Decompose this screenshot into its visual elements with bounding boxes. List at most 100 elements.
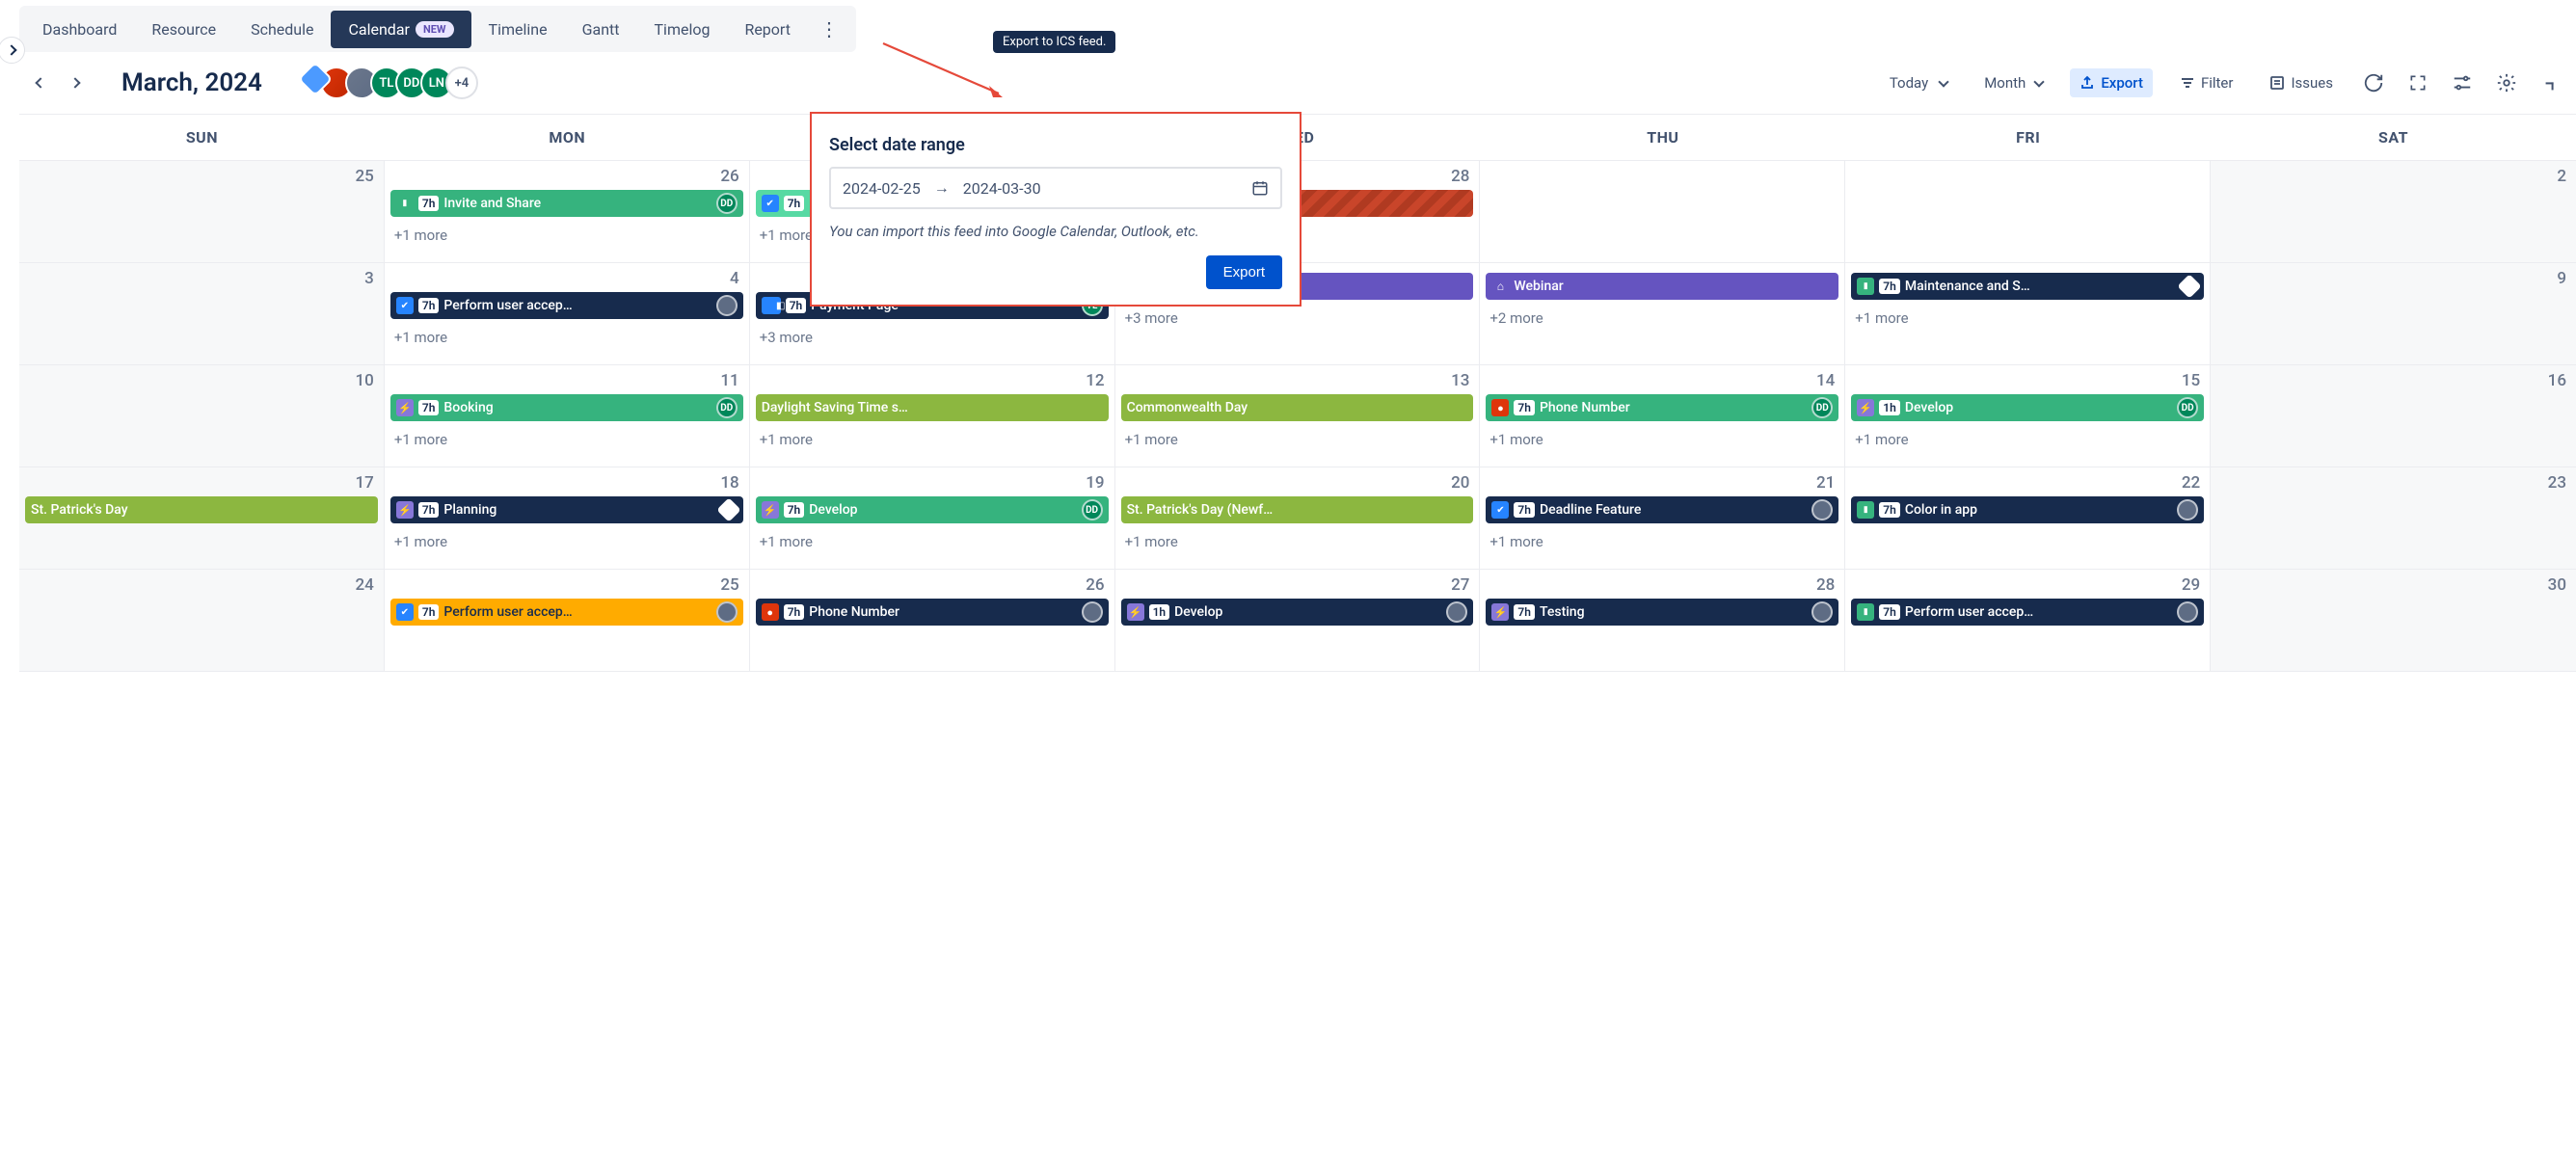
calendar-day[interactable]: [1480, 161, 1845, 262]
calendar-event[interactable]: 7hTesting: [1486, 599, 1838, 626]
more-events-link[interactable]: +2 more: [1486, 309, 1838, 327]
popup-export-button[interactable]: Export: [1206, 255, 1282, 289]
more-events-link[interactable]: +1 more: [756, 431, 1109, 448]
calendar-day[interactable]: 151hDevelopDD+1 more: [1845, 365, 2211, 467]
day-number: 25: [390, 575, 743, 595]
calendar-event[interactable]: 7hInvite and ShareDD: [390, 190, 743, 217]
sliders-button[interactable]: [2449, 69, 2476, 96]
calendar-event[interactable]: 7hDeadline Feature: [1486, 496, 1838, 523]
calendar-day[interactable]: 19 7hDevelopDD +1 more: [750, 467, 1115, 569]
tab-schedule[interactable]: Schedule: [233, 11, 331, 48]
calendar-event[interactable]: 7hPlanning: [390, 496, 743, 523]
more-events-link[interactable]: +1 more: [1486, 533, 1838, 550]
calendar-day[interactable]: 24: [19, 570, 385, 671]
calendar-event[interactable]: Daylight Saving Time s…: [756, 394, 1109, 421]
issues-button[interactable]: Issues: [2260, 68, 2343, 97]
calendar-day[interactable]: 25: [19, 161, 385, 262]
tab-dashboard[interactable]: Dashboard: [25, 11, 134, 48]
more-tabs-button[interactable]: ⋮: [808, 8, 850, 50]
calendar-event[interactable]: 7hPhone Number: [756, 599, 1109, 626]
date-range-input[interactable]: 2024-02-25 → 2024-03-30: [829, 167, 1282, 209]
event-title: Planning: [443, 502, 714, 518]
calendar-day[interactable]: 227hColor in app: [1845, 467, 2211, 569]
more-events-link[interactable]: +1 more: [390, 329, 743, 346]
more-events-link[interactable]: +1 more: [390, 431, 743, 448]
calendar-day[interactable]: 117hBookingDD+1 more: [385, 365, 750, 467]
tab-resource[interactable]: Resource: [134, 11, 233, 48]
collapse-button[interactable]: [2537, 69, 2564, 96]
calendar-day[interactable]: 271hDevelop: [1115, 570, 1481, 671]
toolbar-right: Today Month Export Filter Issues: [1880, 68, 2564, 97]
calendar-day[interactable]: 12Daylight Saving Time s…+1 more: [750, 365, 1115, 467]
chevron-down-icon: [2035, 74, 2043, 92]
calendar-day[interactable]: 7hMaintenance and S… +1 more: [1845, 263, 2211, 364]
day-header: MON: [385, 115, 750, 160]
more-events-link[interactable]: +1 more: [1121, 431, 1474, 448]
more-events-link[interactable]: +1 more: [1851, 431, 2204, 448]
calendar-event[interactable]: 1hDevelop: [1121, 599, 1474, 626]
refresh-button[interactable]: [2360, 69, 2387, 96]
view-selector[interactable]: Month: [1974, 68, 2053, 97]
calendar-event[interactable]: 7hDevelopDD: [756, 496, 1109, 523]
calendar-event[interactable]: 7hColor in app: [1851, 496, 2204, 523]
day-number: 19: [756, 473, 1109, 493]
calendar-day[interactable]: 297hPerform user accep…: [1845, 570, 2211, 671]
calendar-event[interactable]: 7hBookingDD: [390, 394, 743, 421]
sliders-icon: [2452, 72, 2473, 93]
calendar-day[interactable]: 25 7hPerform user accep…: [385, 570, 750, 671]
calendar-event[interactable]: St. Patrick's Day (Newf…: [1121, 496, 1474, 523]
more-events-link[interactable]: +3 more: [756, 329, 1109, 346]
calendar-day[interactable]: 30: [2211, 570, 2576, 671]
event-title: Develop: [1905, 400, 2172, 415]
calendar-day[interactable]: 23: [2211, 467, 2576, 569]
calendar-event[interactable]: Commonwealth Day: [1121, 394, 1474, 421]
calendar-event[interactable]: 7hMaintenance and S…: [1851, 273, 2204, 300]
calendar-day[interactable]: 267hPhone Number: [750, 570, 1115, 671]
prev-month-button[interactable]: [23, 66, 58, 100]
calendar-day[interactable]: 187hPlanning+1 more: [385, 467, 750, 569]
more-events-link[interactable]: +3 more: [1121, 309, 1474, 327]
calendar-event[interactable]: 7hPhone NumberDD: [1486, 394, 1838, 421]
calendar-day[interactable]: Webinar +2 more: [1480, 263, 1845, 364]
task-icon: [762, 195, 779, 212]
calendar-day[interactable]: 17St. Patrick's Day: [19, 467, 385, 569]
calendar-event[interactable]: 7hPerform user accep…: [390, 292, 743, 319]
assignee-avatars[interactable]: TL DD LN +4: [310, 67, 478, 99]
calendar-day[interactable]: 47hPerform user accep…+1 more: [385, 263, 750, 364]
export-button[interactable]: Export: [2070, 68, 2153, 97]
more-events-link[interactable]: +1 more: [756, 533, 1109, 550]
calendar-day[interactable]: 147hPhone NumberDD+1 more: [1480, 365, 1845, 467]
more-events-link[interactable]: +1 more: [1121, 533, 1474, 550]
more-events-link[interactable]: +1 more: [390, 227, 743, 244]
calendar-event[interactable]: St. Patrick's Day: [25, 496, 378, 523]
tab-calendar[interactable]: CalendarNEW: [331, 11, 470, 48]
filter-button[interactable]: Filter: [2170, 68, 2243, 97]
calendar-day[interactable]: 13Commonwealth Day+1 more: [1115, 365, 1481, 467]
calendar-day[interactable]: 287hTesting: [1480, 570, 1845, 671]
calendar-event[interactable]: 1hDevelopDD: [1851, 394, 2204, 421]
calendar-day[interactable]: 2: [2211, 161, 2576, 262]
tab-timelog[interactable]: Timelog: [637, 11, 728, 48]
fullscreen-button[interactable]: [2404, 69, 2431, 96]
more-events-link[interactable]: +1 more: [1486, 431, 1838, 448]
calendar-day[interactable]: 16: [2211, 365, 2576, 467]
today-button[interactable]: Today: [1880, 68, 1957, 97]
calendar-day[interactable]: 10: [19, 365, 385, 467]
tab-report[interactable]: Report: [727, 11, 808, 48]
calendar-day[interactable]: 9: [2211, 263, 2576, 364]
calendar-event[interactable]: Webinar: [1486, 273, 1838, 300]
calendar-day[interactable]: 267hInvite and ShareDD+1 more: [385, 161, 750, 262]
next-month-button[interactable]: [58, 66, 93, 100]
calendar-day[interactable]: 3: [19, 263, 385, 364]
more-events-link[interactable]: +1 more: [390, 533, 743, 550]
calendar-day[interactable]: [1845, 161, 2211, 262]
avatar-more[interactable]: +4: [445, 67, 478, 99]
calendar-day[interactable]: 20St. Patrick's Day (Newf…+1 more: [1115, 467, 1481, 569]
tab-gantt[interactable]: Gantt: [565, 11, 637, 48]
calendar-event[interactable]: 7hPerform user accep…: [1851, 599, 2204, 626]
calendar-day[interactable]: 217hDeadline Feature+1 more: [1480, 467, 1845, 569]
more-events-link[interactable]: +1 more: [1851, 309, 2204, 327]
tab-timeline[interactable]: Timeline: [471, 11, 565, 48]
calendar-event[interactable]: 7hPerform user accep…: [390, 599, 743, 626]
settings-button[interactable]: [2493, 69, 2520, 96]
